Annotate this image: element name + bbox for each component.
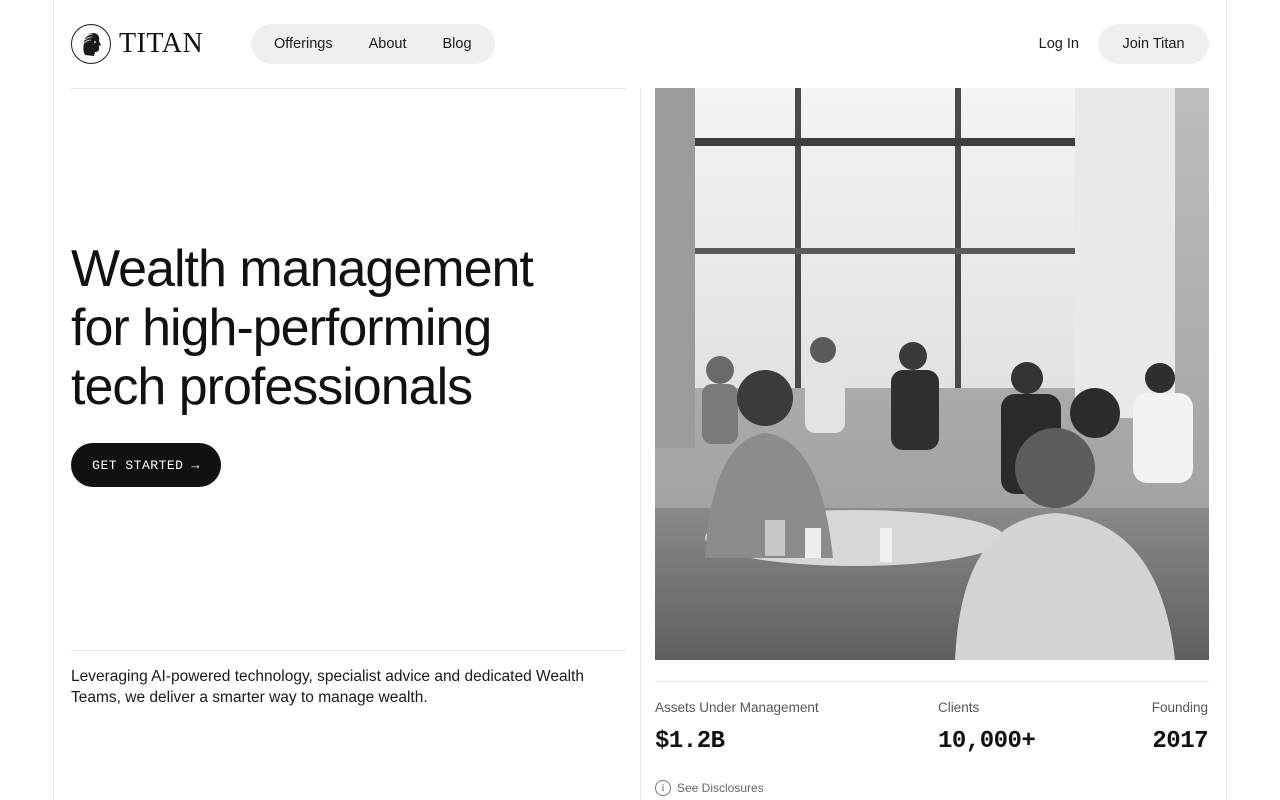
arrow-right-icon: →: [191, 457, 200, 473]
stat-label-clients: Clients: [938, 700, 980, 715]
join-titan-button[interactable]: Join Titan: [1098, 24, 1209, 64]
left-top-divider: [71, 88, 626, 89]
brand-logo[interactable]: TITAN: [71, 24, 203, 64]
frame-border-right: [1226, 0, 1227, 800]
left-bottom-divider: [71, 650, 626, 651]
brand-wordmark: TITAN: [119, 28, 204, 59]
stat-value-aum: $1.2B: [655, 728, 725, 755]
get-started-label: GET STARTED: [92, 457, 184, 473]
get-started-button[interactable]: GET STARTED →: [71, 443, 221, 487]
nav-link-about[interactable]: About: [369, 36, 407, 52]
see-disclosures-link[interactable]: i See Disclosures: [655, 779, 764, 797]
headline-line-3: tech professionals: [71, 358, 473, 416]
info-circle-icon: i: [655, 780, 671, 796]
stats-divider: [655, 681, 1209, 682]
stat-label-founding: Founding: [1151, 700, 1208, 715]
stat-label-aum: Assets Under Management: [655, 700, 819, 715]
nav-link-blog[interactable]: Blog: [442, 36, 471, 52]
primary-nav: Offerings About Blog: [251, 24, 495, 64]
frame-border-left: [53, 0, 54, 800]
nav-link-offerings[interactable]: Offerings: [274, 36, 333, 52]
headline-line-1: Wealth management: [71, 240, 534, 298]
hero-headline: Wealth management for high-performing te…: [71, 240, 626, 417]
site-header: TITAN Offerings About Blog Log In Join T…: [71, 24, 1209, 64]
stat-value-founding: 2017: [1152, 728, 1208, 755]
stat-value-clients: 10,000+: [938, 728, 1036, 755]
login-link[interactable]: Log In: [1039, 24, 1079, 64]
headline-line-2: for high-performing: [71, 299, 492, 357]
see-disclosures-label: See Disclosures: [677, 781, 764, 795]
hero-photo-audience: [655, 88, 1209, 660]
hero-blurb: Leveraging AI-powered technology, specia…: [71, 668, 584, 706]
column-divider: [640, 88, 641, 800]
classical-head-medallion-icon: [71, 24, 111, 64]
